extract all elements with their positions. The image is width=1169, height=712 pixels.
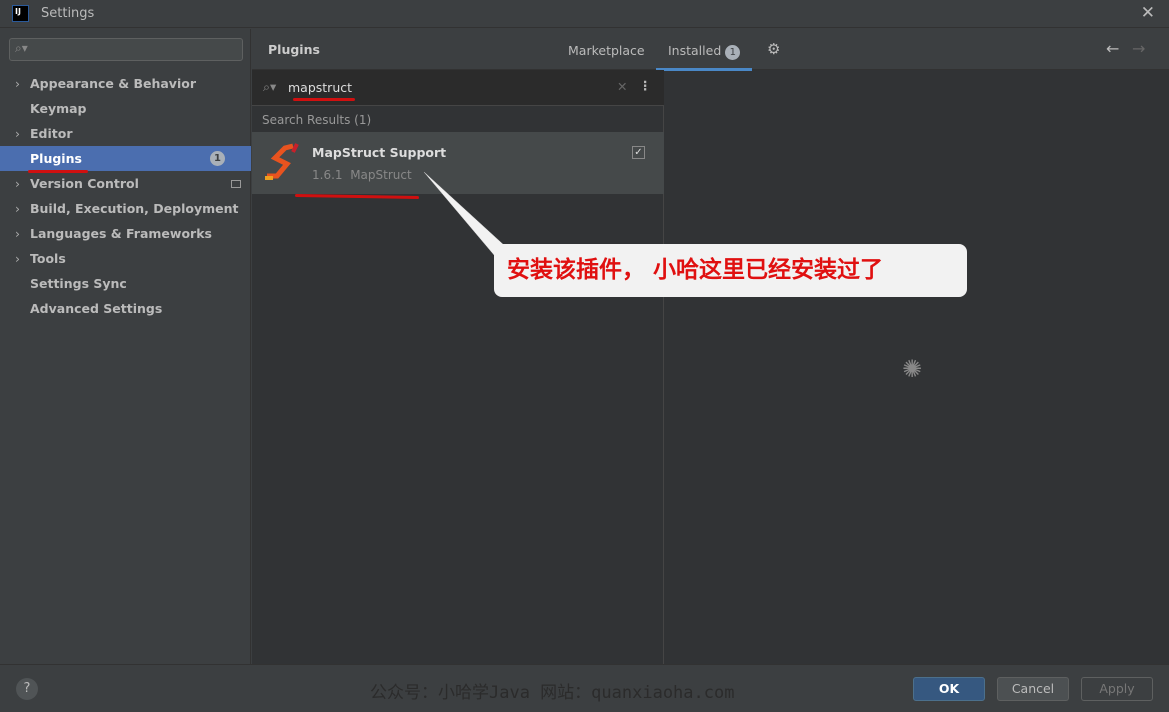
callout-pointer: [423, 171, 519, 263]
annotation-callout: 安装该插件， 小哈这里已经安装过了: [494, 244, 967, 297]
